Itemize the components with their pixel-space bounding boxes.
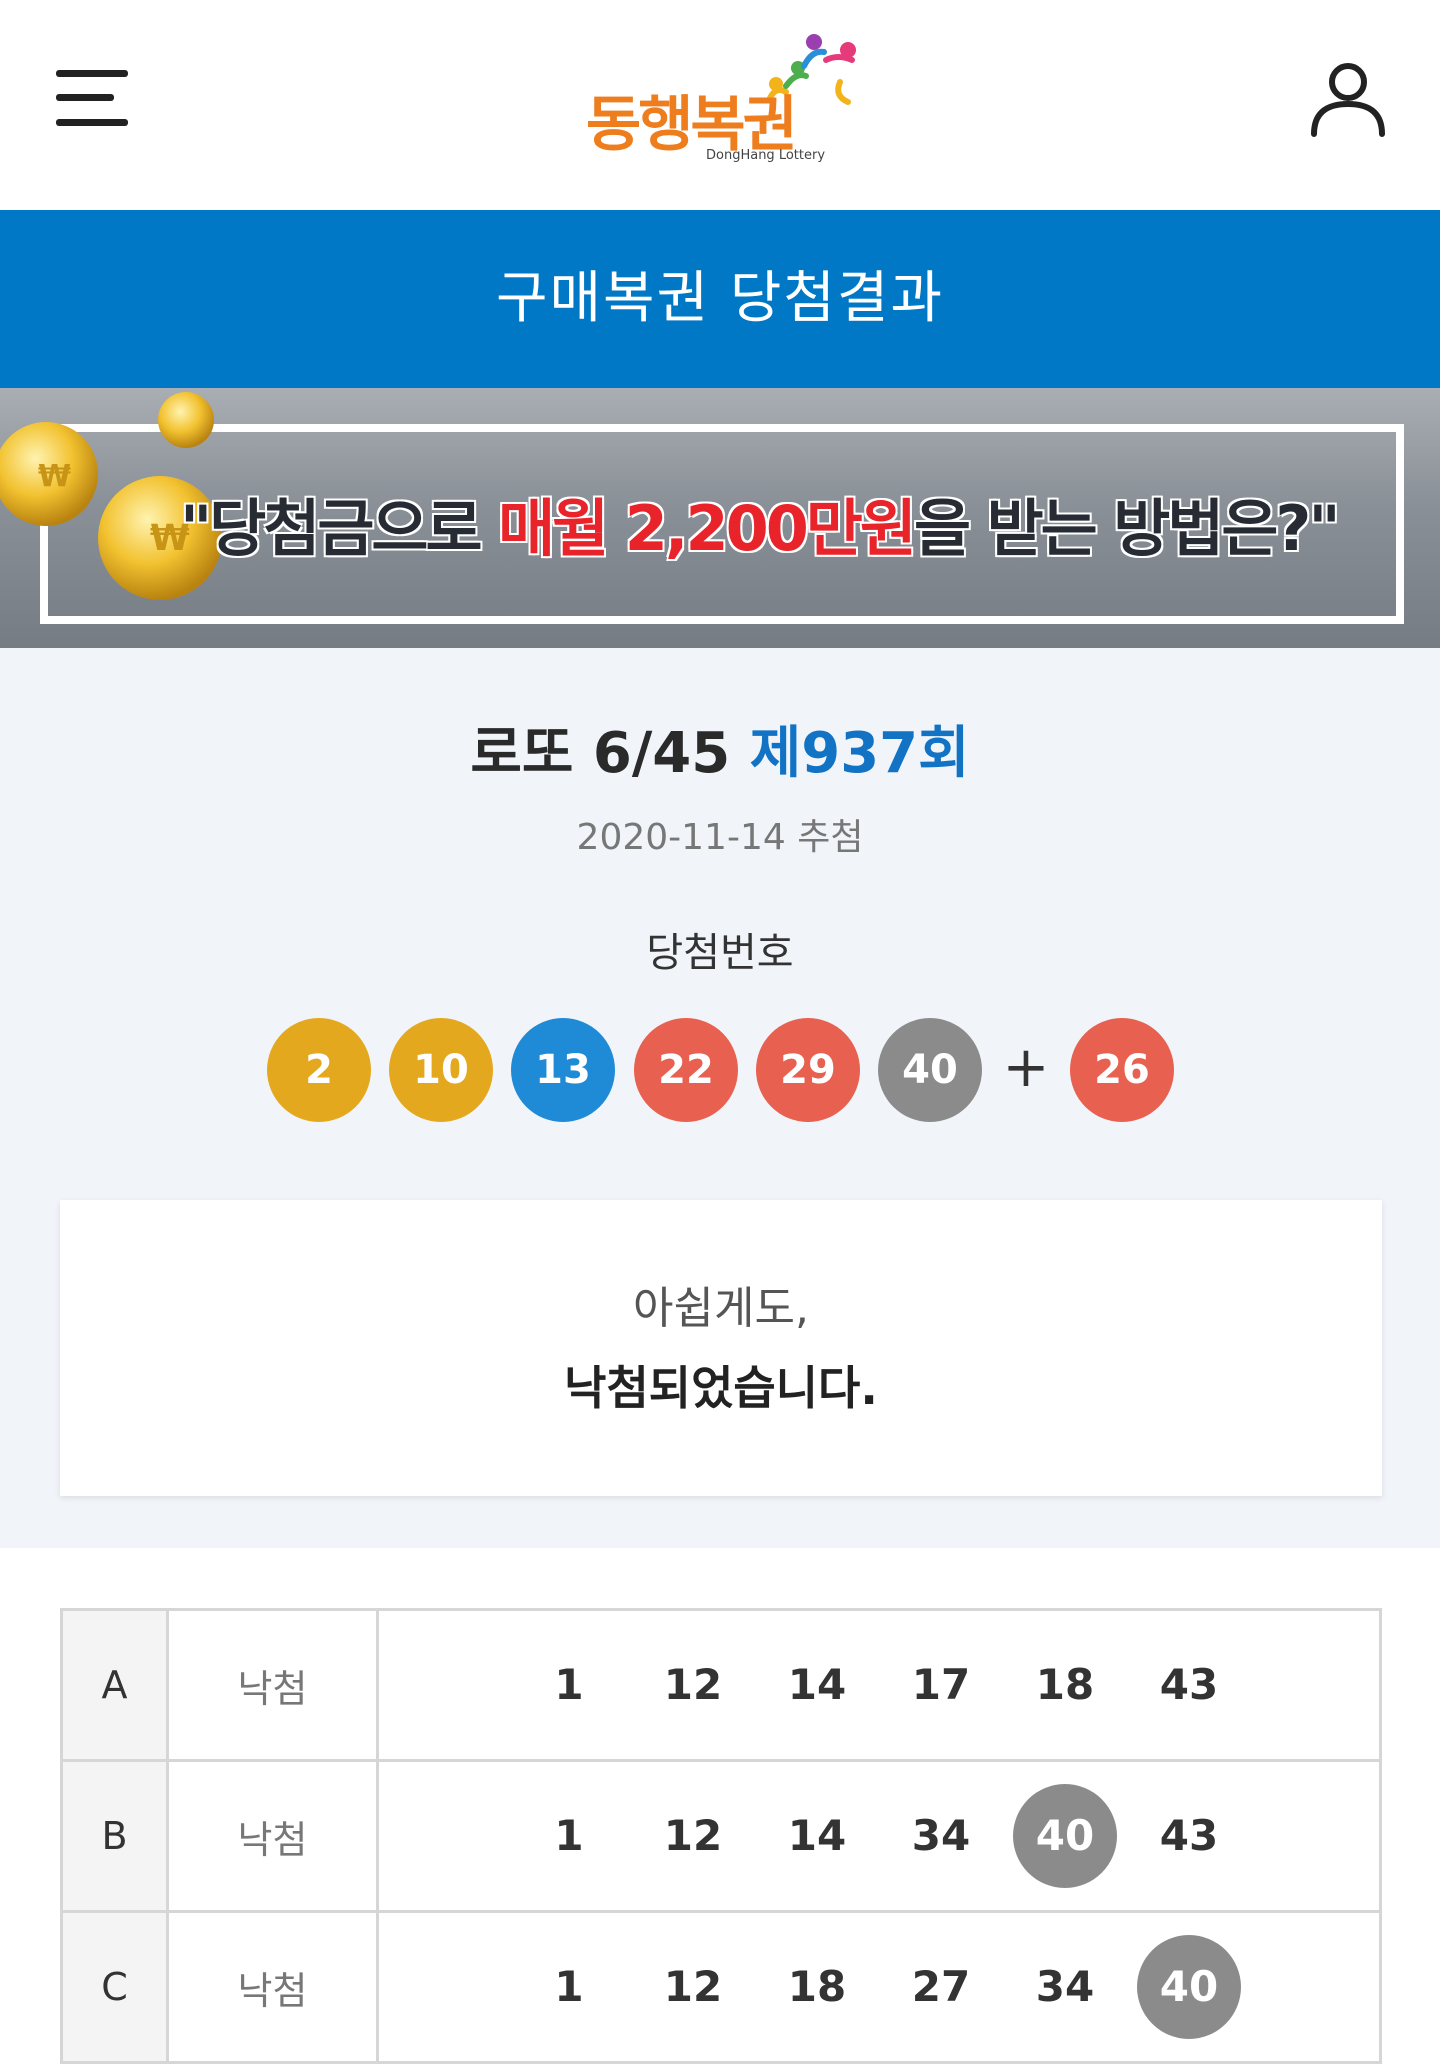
ticket-number: 18: [787, 1962, 847, 2011]
round-number: 제937회: [749, 721, 970, 786]
draw-date: 2020-11-14 추첨: [576, 817, 864, 858]
hamburger-menu-icon[interactable]: [56, 66, 128, 130]
ticket-number: 12: [663, 1962, 723, 2011]
ticket-number: 17: [911, 1660, 971, 1709]
winning-ball: 40: [878, 1018, 982, 1122]
ticket-number: 12: [663, 1660, 723, 1709]
ticket-number: 14: [787, 1811, 847, 1860]
ticket-number: 1: [554, 1660, 584, 1709]
bonus-ball: 26: [1070, 1018, 1174, 1122]
ticket-row: A 낙첨 1 12 14 17 18 43: [60, 1608, 1382, 1762]
bonus-plus-sign: +: [1002, 1035, 1050, 1100]
ticket-status: 낙첨: [166, 1608, 379, 1762]
result-section: 로또 6/45 제937회 2020-11-14 추첨 당첨번호 2 10 13…: [0, 648, 1440, 1548]
winning-ball: 10: [389, 1018, 493, 1122]
matched-number: 40: [1137, 1935, 1241, 2039]
ticket-label: B: [60, 1759, 169, 1913]
ticket-results-table: A 낙첨 1 12 14 17 18 43 B 낙첨 1 12 14 34 40 43 C 낙첨 1 12 18 27 34…: [60, 1608, 1382, 2064]
winning-ball: 2: [267, 1018, 371, 1122]
promo-banner[interactable]: ₩ ₩ "당첨금으로 매월 2,200만원을 받는 방법은?": [0, 388, 1440, 648]
user-account-icon[interactable]: [1308, 58, 1388, 138]
ticket-row: C 낙첨 1 12 18 27 34 40: [60, 1910, 1382, 2064]
logo-subtext: DongHang Lottery: [706, 148, 826, 163]
ticket-label: C: [60, 1910, 169, 2064]
banner-headline: "당첨금으로 매월 2,200만원을 받는 방법은?": [180, 492, 1341, 565]
svg-text:₩: ₩: [38, 459, 71, 494]
page-title: 구매복권 당첨결과: [496, 266, 944, 331]
ticket-row: B 낙첨 1 12 14 34 40 43: [60, 1759, 1382, 1913]
ticket-number: 27: [911, 1962, 971, 2011]
ticket-status: 낙첨: [166, 1910, 379, 2064]
app-header: 동행복권 DongHang Lottery: [0, 0, 1440, 210]
winning-ball: 29: [756, 1018, 860, 1122]
ticket-status: 낙첨: [166, 1759, 379, 1913]
result-message-intro: 아쉽게도,: [633, 1283, 809, 1334]
result-message-status: 낙첨되었습니다.: [564, 1361, 878, 1415]
ticket-number: 14: [787, 1660, 847, 1709]
result-message-card: 아쉽게도, 낙첨되었습니다.: [60, 1200, 1382, 1496]
game-name: 로또 6/45: [470, 721, 731, 786]
ticket-number: 34: [911, 1811, 971, 1860]
ticket-numbers: 1 12 18 27 34 40: [376, 1910, 1382, 2064]
ticket-number: 18: [1035, 1660, 1095, 1709]
ticket-number: 12: [663, 1811, 723, 1860]
ticket-numbers: 1 12 14 17 18 43: [376, 1608, 1382, 1762]
round-title: 로또 6/45 제937회: [0, 708, 1440, 789]
ticket-number: 43: [1159, 1660, 1219, 1709]
winning-ball: 22: [634, 1018, 738, 1122]
ticket-number: 1: [554, 1811, 584, 1860]
banner-highlight: 매월 2,200만원: [498, 492, 917, 565]
ticket-number: 34: [1035, 1962, 1095, 2011]
ticket-number: 1: [554, 1962, 584, 2011]
matched-number: 40: [1013, 1784, 1117, 1888]
ticket-numbers: 1 12 14 34 40 43: [376, 1759, 1382, 1913]
ticket-label: A: [60, 1608, 169, 1762]
ticket-number: 43: [1159, 1811, 1219, 1860]
page-title-bar: 구매복권 당첨결과: [0, 210, 1440, 388]
winning-ball: 13: [511, 1018, 615, 1122]
winning-numbers-label: 당첨번호: [646, 930, 794, 976]
donghang-lottery-logo[interactable]: 동행복권 DongHang Lottery: [586, 26, 866, 174]
